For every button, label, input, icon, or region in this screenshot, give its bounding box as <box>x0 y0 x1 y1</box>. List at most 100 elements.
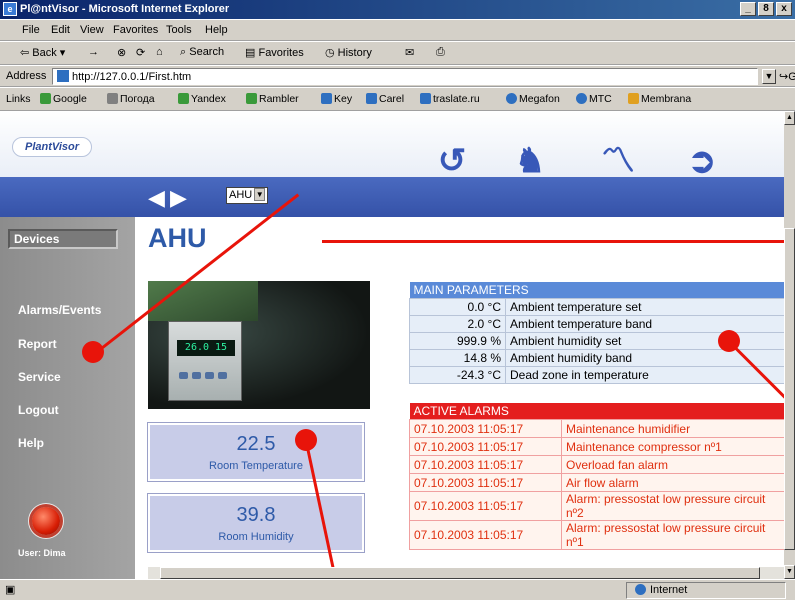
minimize-button[interactable]: _ <box>740 2 756 16</box>
history-icon: ◷ <box>325 47 335 59</box>
menu-edit[interactable]: Edit <box>51 24 70 36</box>
favorites-button[interactable]: ▤ Favorites <box>245 46 304 59</box>
forward-button[interactable]: → <box>88 46 99 58</box>
alarm-time: 07.10.2003 11:05:17 <box>409 455 562 474</box>
table-row: 07.10.2003 11:05:17 Maintenance humidifie… <box>409 419 784 438</box>
window-title: Pl@ntVisor - Microsoft Internet Explorer <box>20 3 230 15</box>
alarm-text[interactable]: Alarm: pressostat low pressure circuit n… <box>561 491 784 521</box>
scroll-up-icon[interactable]: ▲ <box>784 111 795 125</box>
history-button[interactable]: ◷ History <box>325 46 372 59</box>
room-temperature-label: Room Temperature <box>209 460 303 472</box>
page-icon <box>57 70 69 82</box>
service-arrow-icon[interactable]: ➲ <box>682 141 722 181</box>
sidebar-item-logout[interactable]: Logout <box>18 403 59 417</box>
controller-button-icon <box>205 372 214 379</box>
refresh-cycle-icon[interactable]: ↺ <box>432 141 472 181</box>
horizontal-scrollbar[interactable] <box>148 567 784 579</box>
search-icon: ⌕ <box>180 46 187 58</box>
back-button[interactable]: ⇦ Back ▾ <box>20 46 65 59</box>
page-content: PlantVisor ↺ ♞ 〽 ➲ ◀ ▶ AHU ▼ Devices Alar… <box>0 111 784 579</box>
menu-view[interactable]: View <box>80 24 104 36</box>
link-icon <box>246 93 257 104</box>
home-button[interactable]: ⌂ <box>156 46 163 58</box>
alarm-time: 07.10.2003 11:05:17 <box>409 491 562 521</box>
alarm-bell-icon[interactable]: ♞ <box>510 141 550 181</box>
link-rambler[interactable]: Rambler <box>246 93 299 105</box>
main-parameters-header: MAIN PARAMETERS <box>409 282 784 299</box>
horizontal-scroll-thumb[interactable] <box>160 567 760 579</box>
link-icon <box>178 93 189 104</box>
param-value: 0.0 °C <box>409 298 506 316</box>
alarm-lamp-icon[interactable] <box>32 507 60 535</box>
alarm-text[interactable]: Air flow alarm <box>561 473 784 492</box>
links-label: Links <box>6 93 31 105</box>
graph-icon[interactable]: 〽 <box>598 141 638 181</box>
table-row: 0.0 °C Ambient temperature set <box>409 298 784 316</box>
refresh-button[interactable]: ⟳ <box>136 46 145 59</box>
alarm-time: 07.10.2003 11:05:17 <box>409 419 562 438</box>
menu-favorites[interactable]: Favorites <box>113 24 158 36</box>
device-select[interactable]: AHU ▼ <box>226 187 269 204</box>
link-google[interactable]: Google <box>40 93 87 105</box>
sidebar-item-alarms-events[interactable]: Alarms/Events <box>18 303 101 317</box>
menu-file[interactable]: File <box>22 24 40 36</box>
room-humidity-value: 39.8 <box>236 504 276 526</box>
menu-tools[interactable]: Tools <box>166 24 192 36</box>
favorites-icon: ▤ <box>245 47 256 59</box>
param-value: 14.8 % <box>409 349 506 367</box>
alarm-text[interactable]: Maintenance compressor nº1 <box>561 437 784 456</box>
search-button[interactable]: ⌕ Search <box>180 46 224 59</box>
close-button[interactable]: x <box>776 2 792 16</box>
page-title: AHU <box>148 223 207 253</box>
maximize-button[interactable]: 8 <box>758 2 774 16</box>
controller-button-icon <box>218 372 227 379</box>
alarm-text[interactable]: Alarm: pressostat low pressure circuit n… <box>561 520 784 550</box>
callout-line <box>322 240 784 243</box>
go-button[interactable]: ↪Go <box>779 70 795 83</box>
sidebar-item-service[interactable]: Service <box>18 370 61 384</box>
address-dropdown-button[interactable]: ▼ <box>762 69 776 84</box>
next-device-button[interactable]: ▶ <box>170 185 187 211</box>
link-icon <box>420 93 431 104</box>
previous-device-button[interactable]: ◀ <box>148 185 165 211</box>
sidebar-item-report[interactable]: Report <box>18 337 57 351</box>
sidebar-item-devices[interactable]: Devices <box>8 229 118 249</box>
link-membrana[interactable]: Membrana <box>628 93 691 105</box>
table-row: 07.10.2003 11:05:17 Alarm: pressostat low… <box>409 520 784 550</box>
param-name[interactable]: Dead zone in temperature <box>505 366 784 384</box>
controller-lcd: 26.0 15 <box>177 340 235 356</box>
vertical-scroll-thumb[interactable] <box>784 228 795 550</box>
menu-help[interactable]: Help <box>205 24 228 36</box>
alarm-text[interactable]: Maintenance humidifier <box>561 419 784 438</box>
param-name[interactable]: Ambient temperature band <box>505 315 784 333</box>
link-megafon[interactable]: Megafon <box>506 93 560 105</box>
table-row: 07.10.2003 11:05:17 Air flow alarm <box>409 473 784 492</box>
link-yandex[interactable]: Yandex <box>178 93 226 105</box>
mail-button[interactable]: ✉ <box>405 46 414 59</box>
link-key[interactable]: Key <box>321 93 352 105</box>
callout-dot <box>82 341 104 363</box>
controller-image: 26.0 15 <box>168 321 242 401</box>
user-label: User: Dima <box>18 548 66 558</box>
param-value: -24.3 °C <box>409 366 506 384</box>
link-icon <box>321 93 332 104</box>
address-input[interactable]: http://127.0.0.1/First.htm <box>52 68 758 85</box>
link-icon <box>107 93 118 104</box>
param-name[interactable]: Ambient temperature set <box>505 298 784 316</box>
print-button[interactable]: ⎙ <box>436 46 445 59</box>
scroll-down-icon[interactable]: ▼ <box>784 565 795 579</box>
vertical-scrollbar[interactable]: ▲ ▼ <box>784 111 795 579</box>
link-pogoda[interactable]: Погода <box>107 93 155 105</box>
link-mtc[interactable]: MTC <box>576 93 612 105</box>
title-bar: e Pl@ntVisor - Microsoft Internet Explor… <box>0 0 795 19</box>
address-bar: Address http://127.0.0.1/First.htm ▼ ↪Go <box>0 65 795 87</box>
controller-button-icon <box>179 372 188 379</box>
param-value: 2.0 °C <box>409 315 506 333</box>
param-name[interactable]: Ambient humidity set <box>505 332 784 350</box>
chevron-down-icon: ▼ <box>254 188 266 201</box>
alarm-text[interactable]: Overload fan alarm <box>561 455 784 474</box>
link-carel[interactable]: Carel <box>366 93 404 105</box>
link-traslate[interactable]: traslate.ru <box>420 93 480 105</box>
sidebar-item-help[interactable]: Help <box>18 436 44 450</box>
stop-button[interactable]: ⊗ <box>117 46 126 59</box>
